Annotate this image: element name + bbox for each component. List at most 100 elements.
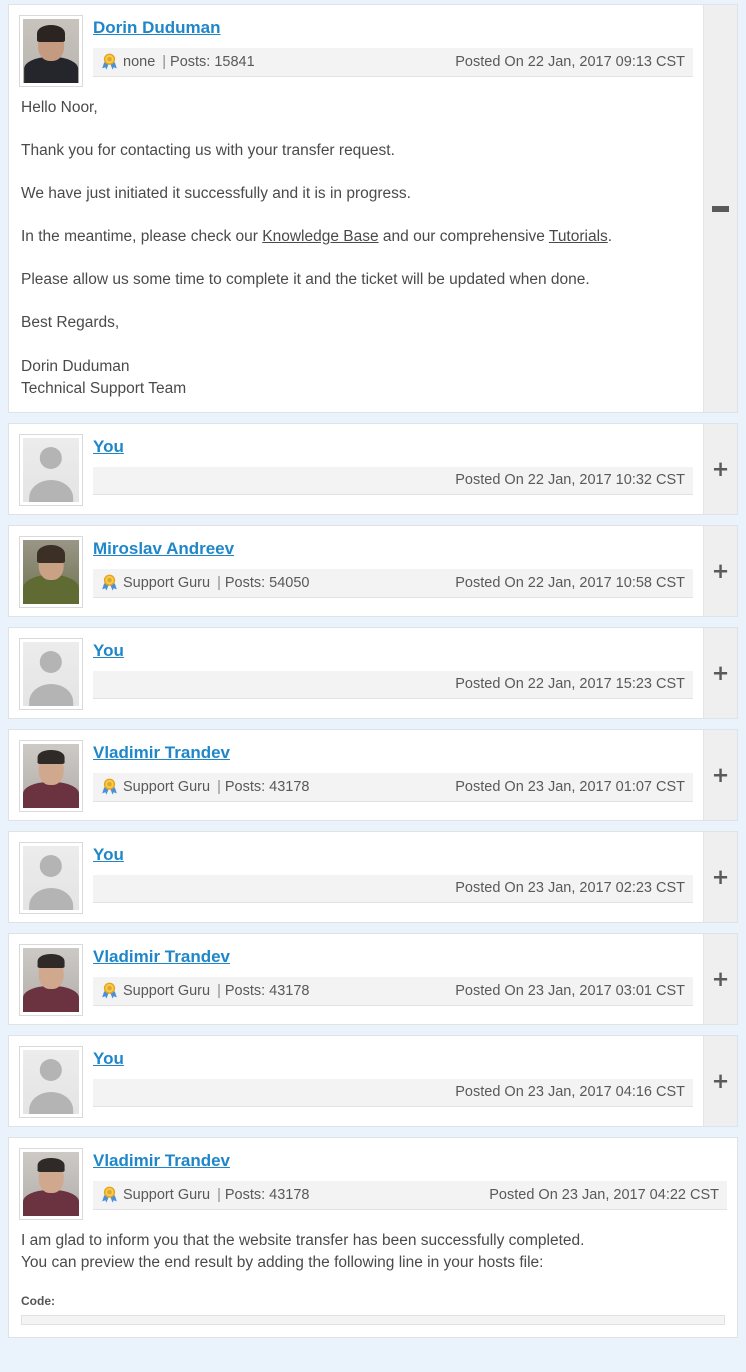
post-header: Dorin Duduman none | Posts: 15841 Posted On … bbox=[19, 15, 693, 87]
avatar-photo bbox=[23, 948, 79, 1012]
post-header: You Posted On 23 Jan, 2017 02:23 CST bbox=[19, 842, 693, 914]
author-name-link[interactable]: Vladimir Trandev bbox=[93, 947, 230, 967]
forum-post: Dorin Duduman none | Posts: 15841 Posted On … bbox=[8, 4, 738, 413]
author-name-link[interactable]: Vladimir Trandev bbox=[93, 743, 230, 763]
expand-post-button[interactable]: + bbox=[703, 730, 737, 820]
avatar-placeholder-icon bbox=[23, 1050, 79, 1114]
forum-post: You Posted On 22 Jan, 2017 10:32 CST + bbox=[8, 423, 738, 515]
expand-post-button[interactable]: + bbox=[703, 628, 737, 718]
expand-post-button[interactable]: + bbox=[703, 1036, 737, 1126]
expand-post-button[interactable]: + bbox=[703, 832, 737, 922]
author-post-count: Posts: 54050 bbox=[224, 574, 310, 591]
avatar-placeholder-icon bbox=[23, 846, 79, 910]
post-paragraph: We have just initiated it successfully a… bbox=[21, 185, 411, 202]
meta-separator: | bbox=[162, 53, 167, 70]
post-header-text: You Posted On 23 Jan, 2017 04:16 CST bbox=[93, 1046, 693, 1107]
avatar bbox=[19, 536, 83, 608]
post-timestamp: Posted On 23 Jan, 2017 04:22 CST bbox=[489, 1186, 719, 1203]
post-header: Miroslav Andreev Support Guru | Posts: 5405… bbox=[19, 536, 693, 608]
forum-post: Vladimir Trandev Support Guru | Posts: 4317… bbox=[8, 1137, 738, 1338]
expand-post-button[interactable]: + bbox=[703, 526, 737, 616]
forum-post: You Posted On 22 Jan, 2017 15:23 CST + bbox=[8, 627, 738, 719]
forum-post: Vladimir Trandev Support Guru | Posts: 4317… bbox=[8, 933, 738, 1025]
medal-icon bbox=[101, 778, 118, 795]
post-header-text: Miroslav Andreev Support Guru | Posts: 5405… bbox=[93, 536, 693, 598]
post-meta-bar: Support Guru | Posts: 43178 Posted On 23 Ja… bbox=[93, 773, 693, 802]
tutorials-link[interactable]: Tutorials bbox=[549, 228, 608, 245]
plus-icon: + bbox=[711, 864, 730, 889]
post-meta-bar: none | Posts: 15841 Posted On 22 Jan, 2017 … bbox=[93, 48, 693, 77]
post-content: You Posted On 22 Jan, 2017 10:32 CST bbox=[9, 424, 703, 514]
post-header: You Posted On 22 Jan, 2017 15:23 CST bbox=[19, 638, 693, 710]
ticket-thread: Dorin Duduman none | Posts: 15841 Posted On … bbox=[0, 4, 746, 1338]
plus-icon: + bbox=[711, 558, 730, 583]
author-post-count: Posts: 43178 bbox=[224, 778, 310, 795]
author-name-link[interactable]: You bbox=[93, 845, 124, 865]
avatar-photo bbox=[23, 1152, 79, 1216]
post-paragraph: You can preview the end result by adding… bbox=[21, 1254, 544, 1271]
post-content: Vladimir Trandev Support Guru | Posts: 4317… bbox=[9, 730, 703, 820]
post-meta-bar: Support Guru | Posts: 54050 Posted On 22 Ja… bbox=[93, 569, 693, 598]
author-rank: none bbox=[123, 53, 156, 70]
post-meta-bar: Support Guru | Posts: 43178 Posted On 23 Ja… bbox=[93, 1181, 727, 1210]
avatar bbox=[19, 1046, 83, 1118]
author-post-count: Posts: 15841 bbox=[170, 53, 255, 70]
post-paragraph: I am glad to inform you that the website… bbox=[21, 1232, 585, 1249]
post-timestamp: Posted On 23 Jan, 2017 01:07 CST bbox=[455, 778, 685, 795]
post-content: You Posted On 22 Jan, 2017 15:23 CST bbox=[9, 628, 703, 718]
meta-separator: | bbox=[217, 574, 221, 591]
post-paragraph: In the meantime, please check our Knowle… bbox=[21, 226, 691, 248]
expand-post-button[interactable]: + bbox=[703, 934, 737, 1024]
author-rank: Support Guru bbox=[123, 1186, 211, 1203]
post-meta-bar: Posted On 23 Jan, 2017 04:16 CST bbox=[93, 1079, 693, 1107]
post-header: You Posted On 23 Jan, 2017 04:16 CST bbox=[19, 1046, 693, 1118]
post-header: Vladimir Trandev Support Guru | Posts: 4317… bbox=[19, 944, 693, 1016]
avatar bbox=[19, 740, 83, 812]
author-name-link[interactable]: You bbox=[93, 1049, 124, 1069]
avatar bbox=[19, 15, 83, 87]
post-timestamp: Posted On 22 Jan, 2017 10:58 CST bbox=[455, 574, 685, 591]
post-header-text: You Posted On 22 Jan, 2017 10:32 CST bbox=[93, 434, 693, 495]
medal-icon bbox=[101, 53, 118, 70]
avatar-placeholder-icon bbox=[23, 438, 79, 502]
post-timestamp: Posted On 23 Jan, 2017 02:23 CST bbox=[455, 880, 685, 896]
post-timestamp: Posted On 23 Jan, 2017 03:01 CST bbox=[455, 982, 685, 999]
expand-post-button[interactable]: + bbox=[703, 424, 737, 514]
post-content: Vladimir Trandev Support Guru | Posts: 4317… bbox=[9, 934, 703, 1024]
avatar bbox=[19, 638, 83, 710]
avatar-photo bbox=[23, 744, 79, 808]
post-meta-left: Support Guru | Posts: 43178 bbox=[101, 982, 310, 999]
forum-post: You Posted On 23 Jan, 2017 02:23 CST + bbox=[8, 831, 738, 923]
post-paragraph: Please allow us some time to complete it… bbox=[21, 271, 590, 288]
post-header-text: Dorin Duduman none | Posts: 15841 Posted On … bbox=[93, 15, 693, 77]
author-name-link[interactable]: You bbox=[93, 641, 124, 661]
forum-post: You Posted On 23 Jan, 2017 04:16 CST + bbox=[8, 1035, 738, 1127]
medal-icon bbox=[101, 574, 118, 591]
post-header-text: Vladimir Trandev Support Guru | Posts: 4317… bbox=[93, 1148, 727, 1210]
author-name-link[interactable]: Miroslav Andreev bbox=[93, 539, 234, 559]
post-paragraph: Best Regards, bbox=[21, 314, 120, 331]
author-post-count: Posts: 43178 bbox=[224, 1186, 310, 1203]
avatar-photo bbox=[23, 540, 79, 604]
plus-icon: + bbox=[711, 1068, 730, 1093]
author-name-link[interactable]: Dorin Duduman bbox=[93, 18, 221, 38]
post-meta-bar: Posted On 22 Jan, 2017 10:32 CST bbox=[93, 467, 693, 495]
avatar bbox=[19, 434, 83, 506]
knowledge-base-link[interactable]: Knowledge Base bbox=[262, 228, 378, 245]
avatar bbox=[19, 944, 83, 1016]
post-timestamp: Posted On 22 Jan, 2017 15:23 CST bbox=[455, 676, 685, 692]
post-meta-bar: Support Guru | Posts: 43178 Posted On 23 Ja… bbox=[93, 977, 693, 1006]
forum-post: Vladimir Trandev Support Guru | Posts: 4317… bbox=[8, 729, 738, 821]
post-content: Miroslav Andreev Support Guru | Posts: 5405… bbox=[9, 526, 703, 616]
post-meta-bar: Posted On 22 Jan, 2017 15:23 CST bbox=[93, 671, 693, 699]
forum-post: Miroslav Andreev Support Guru | Posts: 5405… bbox=[8, 525, 738, 617]
post-timestamp: Posted On 22 Jan, 2017 10:32 CST bbox=[455, 472, 685, 488]
post-header: Vladimir Trandev Support Guru | Posts: 4317… bbox=[19, 740, 693, 812]
author-name-link[interactable]: You bbox=[93, 437, 124, 457]
avatar bbox=[19, 1148, 83, 1220]
post-header-text: Vladimir Trandev Support Guru | Posts: 4317… bbox=[93, 944, 693, 1006]
post-body: Hello Noor, Thank you for contacting us w… bbox=[19, 87, 693, 404]
minus-icon: − bbox=[712, 205, 729, 212]
collapse-post-button[interactable]: − bbox=[703, 5, 737, 412]
author-name-link[interactable]: Vladimir Trandev bbox=[93, 1151, 230, 1171]
